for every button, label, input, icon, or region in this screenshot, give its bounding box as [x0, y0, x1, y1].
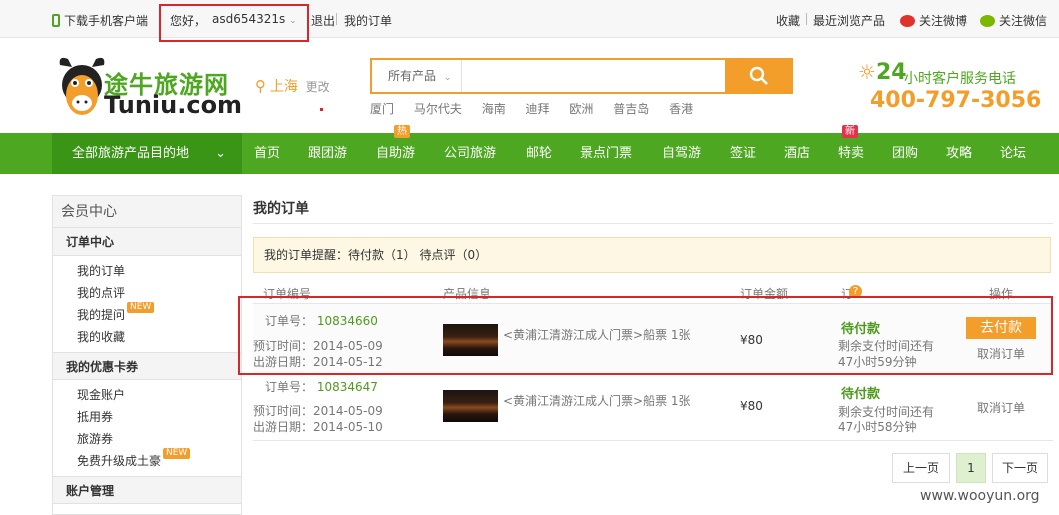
- nav-item-self-guided[interactable]: 热 自助游: [376, 125, 415, 174]
- new-badge: NEW: [163, 448, 191, 459]
- nav-item-forum[interactable]: 论坛: [1000, 133, 1026, 174]
- wechat-icon: [980, 15, 995, 27]
- location-pin-icon: ⚲: [255, 77, 266, 95]
- sidebar-item-travel-coupons[interactable]: 旅游券: [53, 428, 241, 450]
- sun-icon: ☼: [858, 60, 876, 84]
- search-category-select[interactable]: 所有产品 ⌄: [372, 60, 462, 92]
- nav-item-flash-sale[interactable]: 新 特卖: [838, 125, 864, 174]
- search-button[interactable]: [725, 58, 793, 94]
- order-amount: ¥80: [740, 399, 763, 413]
- table-row: 订单号： 10834647 预订时间：2014-05-09 出游日期：2014-…: [253, 374, 1053, 444]
- main-nav: 全部旅游产品目的地 ⌄ 首页 跟团游 热 自助游 公司旅游 邮轮 景点门票 自驾…: [0, 125, 1059, 174]
- nav-item-home[interactable]: 首页: [254, 133, 280, 174]
- nav-item-company-tour[interactable]: 公司旅游: [444, 133, 496, 174]
- weibo-icon: [900, 15, 915, 27]
- wechat-link[interactable]: 关注微信: [980, 12, 1047, 29]
- tuniu-logo[interactable]: 途牛旅游网 Tuniu.com: [56, 55, 246, 125]
- hot-word-link[interactable]: 欧洲: [569, 102, 593, 116]
- recent-products-link[interactable]: 最近浏览产品: [813, 12, 885, 29]
- sidebar-item-upgrade[interactable]: 免费升级成土豪NEW: [53, 448, 241, 472]
- red-dot: [320, 108, 323, 111]
- divider: [253, 440, 1053, 441]
- hot-badge: 热: [394, 125, 410, 138]
- sidebar-item-cash-account[interactable]: 现金账户: [53, 384, 241, 406]
- service-hotline: ☼ 24 小时客户服务电话 400-797-3056: [858, 60, 1042, 113]
- highlight-box-order: [238, 296, 1053, 375]
- next-page-button[interactable]: 下一页: [992, 453, 1048, 483]
- travel-date: 出游日期：2014-05-10: [253, 420, 383, 434]
- sidebar-item-my-orders[interactable]: 我的订单: [53, 260, 241, 282]
- nav-item-self-drive[interactable]: 自驾游: [662, 133, 701, 174]
- hotline-number: 400-797-3056: [870, 88, 1042, 113]
- my-orders-link[interactable]: 我的订单: [344, 12, 392, 29]
- watermark: www.wooyun.org: [920, 488, 1040, 504]
- all-products-menu[interactable]: 全部旅游产品目的地 ⌄: [52, 133, 242, 174]
- chevron-down-icon: ⌄: [443, 73, 452, 83]
- remaining-time: 47小时58分钟: [838, 420, 917, 434]
- logo-en-text: Tuniu.com: [104, 91, 243, 119]
- search-icon: [749, 66, 768, 85]
- city-selector[interactable]: ⚲ 上海 更改: [255, 76, 330, 96]
- top-bar: 下载手机客户端 您好， asd654321s ⌄ 退出 我的订单 收藏 最近浏览…: [0, 0, 1059, 42]
- product-thumbnail[interactable]: [443, 390, 498, 422]
- sidebar-title: 会员中心: [53, 196, 241, 228]
- weibo-link[interactable]: 关注微博: [900, 12, 967, 29]
- hot-word-link[interactable]: 香港: [669, 102, 693, 116]
- nav-item-group-tour[interactable]: 跟团游: [308, 133, 347, 174]
- nav-item-guides[interactable]: 攻略: [946, 133, 972, 174]
- ox-mascot-icon: [59, 57, 105, 115]
- nav-item-hotel[interactable]: 酒店: [784, 133, 810, 174]
- nav-item-cruise[interactable]: 邮轮: [526, 133, 552, 174]
- cancel-order-link[interactable]: 取消订单: [977, 399, 1025, 416]
- hot-word-link[interactable]: 迪拜: [526, 102, 550, 116]
- new-badge: NEW: [127, 302, 155, 313]
- sidebar-item-my-reviews[interactable]: 我的点评: [53, 282, 241, 304]
- hot-word-link[interactable]: 普吉岛: [613, 102, 649, 116]
- sidebar-item-my-questions[interactable]: 我的提问NEW: [53, 302, 241, 326]
- hot-word-link[interactable]: 海南: [482, 102, 506, 116]
- favorites-link[interactable]: 收藏: [776, 12, 800, 29]
- page-title: 我的订单: [253, 201, 309, 217]
- book-date: 预订时间：2014-05-09: [253, 404, 383, 418]
- order-number-link[interactable]: 10834647: [317, 380, 378, 394]
- order-status: 待付款: [841, 387, 881, 402]
- new-badge: 新: [842, 125, 858, 138]
- prev-page-button[interactable]: 上一页: [892, 453, 950, 483]
- sidebar-group-coupons: 我的优惠卡券: [53, 352, 241, 380]
- highlight-box-username: [159, 4, 309, 42]
- divider: [253, 223, 1053, 224]
- page-number-current[interactable]: 1: [956, 453, 986, 483]
- nav-item-group-buy[interactable]: 团购: [892, 133, 918, 174]
- hot-word-link[interactable]: 马尔代夫: [414, 102, 462, 116]
- sidebar-item-vouchers[interactable]: 抵用券: [53, 406, 241, 428]
- divider: [336, 13, 337, 25]
- divider: [806, 13, 807, 25]
- search-box: 所有产品 ⌄: [370, 58, 793, 94]
- phone-icon: [52, 14, 60, 27]
- product-link[interactable]: <黄浦江清游江成人门票>船票 1张: [503, 392, 691, 409]
- member-sidebar: 会员中心 订单中心 我的订单 我的点评 我的提问NEW 我的收藏 我的优惠卡券 …: [52, 195, 242, 515]
- hot-words: 厦门 马尔代夫 海南 迪拜 欧洲 普吉岛 香港: [370, 100, 709, 117]
- order-reminder: 我的订单提醒：待付款（1） 待点评（0）: [253, 237, 1051, 273]
- search-input[interactable]: [464, 60, 724, 92]
- nav-item-tickets[interactable]: 景点门票: [580, 133, 632, 174]
- sidebar-group-account: 账户管理: [53, 476, 241, 504]
- nav-item-visa[interactable]: 签证: [730, 133, 756, 174]
- change-city-link[interactable]: 更改: [306, 80, 330, 94]
- order-number: 订单号： 10834647: [265, 380, 378, 394]
- hot-word-link[interactable]: 厦门: [370, 102, 394, 116]
- logout-link[interactable]: 退出: [311, 12, 335, 29]
- download-app-link[interactable]: 下载手机客户端: [52, 12, 148, 29]
- sidebar-group-orders: 订单中心: [53, 228, 241, 256]
- sidebar-item-my-favorites[interactable]: 我的收藏: [53, 326, 241, 348]
- chevron-down-icon: ⌄: [215, 146, 226, 161]
